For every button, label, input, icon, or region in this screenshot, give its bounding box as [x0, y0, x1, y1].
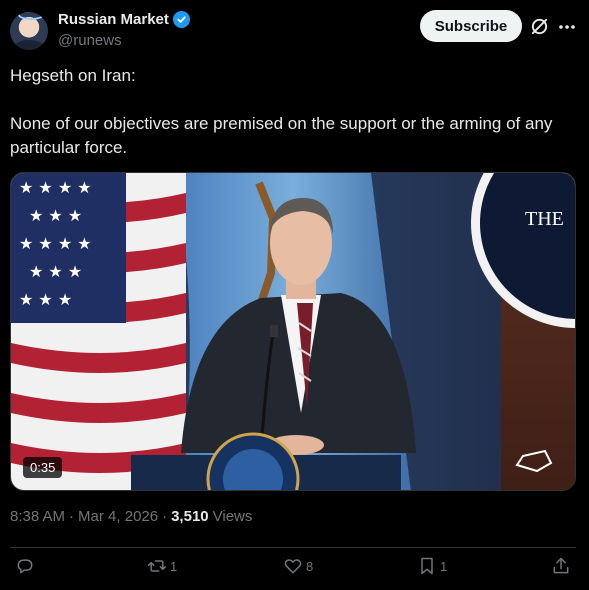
svg-text:★ ★ ★ ★: ★ ★ ★ ★: [19, 234, 92, 253]
action-bar: 1 8 1: [0, 556, 589, 584]
video-player[interactable]: THE ★ ★ ★ ★ ★ ★ ★ ★ ★ ★ ★ ★ ★ ★ ★ ★ ★ 0:…: [10, 172, 576, 491]
avatar[interactable]: [10, 12, 48, 50]
like-button[interactable]: 8: [283, 556, 313, 576]
tweet-meta: 8:38 AM · Mar 4, 2026 · 3,510 Views: [10, 508, 252, 525]
like-count: 8: [306, 558, 314, 574]
meta-separator: ·: [162, 508, 168, 525]
author-display-name[interactable]: Russian Market: [58, 11, 169, 28]
meta-separator: ·: [69, 508, 75, 525]
reply-button[interactable]: [15, 556, 38, 576]
tweet-text-line: None of our objectives are premised on t…: [10, 114, 553, 157]
share-icon: [553, 557, 569, 574]
share-button[interactable]: [551, 556, 571, 576]
bookmark-icon: [421, 557, 433, 575]
svg-text:★ ★ ★: ★ ★ ★: [29, 262, 82, 281]
tweet-text: Hegseth on Iran: None of our objectives …: [10, 64, 580, 160]
bookmark-count: 1: [440, 558, 448, 574]
svg-text:★ ★ ★: ★ ★ ★: [29, 206, 82, 225]
tweet-time[interactable]: 8:38 AM: [10, 508, 65, 525]
svg-text:★ ★ ★: ★ ★ ★: [19, 290, 72, 309]
video-frame: THE ★ ★ ★ ★ ★ ★ ★ ★ ★ ★ ★ ★ ★ ★ ★ ★ ★: [11, 173, 575, 490]
reply-icon: [17, 559, 33, 574]
divider: [10, 547, 576, 548]
verified-badge-icon: [172, 11, 190, 28]
more-icon[interactable]: [557, 17, 577, 37]
views-label: Views: [212, 508, 253, 525]
tweet-date[interactable]: Mar 4, 2026: [78, 508, 158, 525]
grok-icon[interactable]: [530, 17, 549, 36]
author-handle[interactable]: @runews: [58, 32, 122, 49]
video-duration: 0:35: [23, 457, 63, 478]
tweet-text-line: Hegseth on Iran:: [10, 66, 136, 85]
seal-text: THE: [525, 208, 564, 230]
svg-text:★ ★ ★ ★: ★ ★ ★ ★: [19, 178, 92, 197]
retweet-icon: [147, 560, 167, 572]
views-count: 3,510: [171, 508, 209, 525]
author-name-row[interactable]: Russian Market: [58, 11, 190, 28]
retweet-button[interactable]: 1: [147, 556, 177, 576]
retweet-count: 1: [170, 558, 178, 574]
subscribe-button[interactable]: Subscribe: [420, 10, 522, 42]
heart-icon: [284, 559, 302, 574]
bookmark-button[interactable]: 1: [417, 556, 447, 576]
